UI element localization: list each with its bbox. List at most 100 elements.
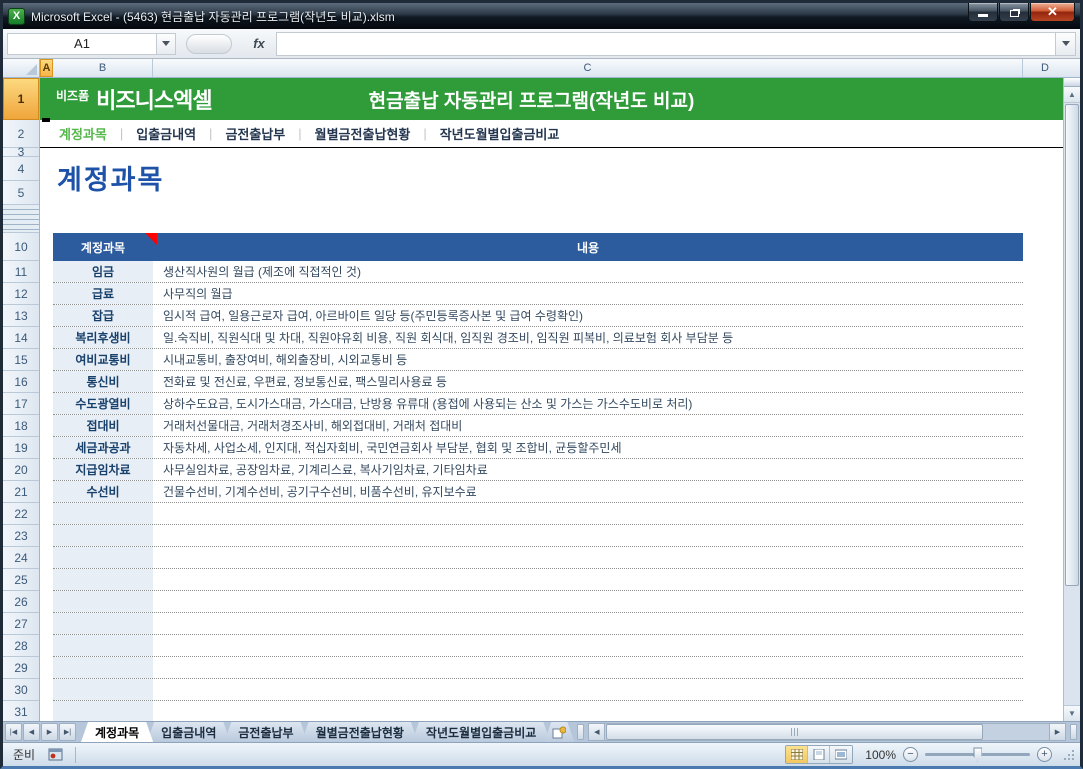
row-header-19[interactable]: 19	[3, 437, 39, 459]
selection-fill-handle[interactable]	[42, 118, 50, 122]
row-header-14[interactable]: 14	[3, 327, 39, 349]
row-header-25[interactable]: 25	[3, 569, 39, 591]
horizontal-scroll-thumb[interactable]	[606, 724, 984, 740]
column-header-b[interactable]: B	[53, 59, 153, 77]
account-cell[interactable]: 임금	[53, 261, 153, 282]
description-cell[interactable]: 거래처선물대금, 거래처경조사비, 해외접대비, 거래처 접대비	[153, 415, 1023, 436]
scroll-right-arrow[interactable]: ▶	[1049, 723, 1066, 741]
header-cell-account[interactable]: 계정과목	[53, 233, 157, 261]
restore-button[interactable]	[999, 3, 1029, 22]
nav-link-3[interactable]: 금전출납부	[212, 124, 298, 143]
last-sheet-button[interactable]: ▶|	[59, 723, 76, 741]
nav-link-1[interactable]: 계정과목	[46, 124, 120, 143]
row-header-16[interactable]: 16	[3, 371, 39, 393]
formula-input[interactable]	[276, 31, 1055, 56]
sheet-tab-3[interactable]: 금전출납부	[224, 722, 307, 742]
description-cell[interactable]	[153, 503, 1023, 524]
account-cell[interactable]: 수선비	[53, 481, 153, 502]
insert-function-button[interactable]: fx	[242, 36, 276, 51]
close-button[interactable]: ✕	[1030, 3, 1075, 22]
scroll-down-arrow[interactable]: ▼	[1064, 705, 1080, 721]
sheet-tab-5[interactable]: 작년도월별입출금비교	[412, 722, 550, 742]
next-sheet-button[interactable]: ▶	[41, 723, 58, 741]
vertical-scroll-thumb[interactable]	[1065, 104, 1079, 586]
collapsed-rows-6-9[interactable]	[3, 205, 39, 233]
sheet-tab-2[interactable]: 입출금내역	[147, 722, 230, 742]
description-cell[interactable]	[153, 701, 1023, 721]
description-cell[interactable]	[153, 547, 1023, 568]
description-cell[interactable]	[153, 657, 1023, 678]
row-header-18[interactable]: 18	[3, 415, 39, 437]
row-header-23[interactable]: 23	[3, 525, 39, 547]
row-header-15[interactable]: 15	[3, 349, 39, 371]
description-cell[interactable]: 사무직의 월급	[153, 283, 1023, 304]
description-cell[interactable]	[153, 635, 1023, 656]
prev-sheet-button[interactable]: ◀	[23, 723, 40, 741]
nav-link-2[interactable]: 입출금내역	[123, 124, 209, 143]
description-cell[interactable]: 건물수선비, 기계수선비, 공기구수선비, 비품수선비, 유지보수료	[153, 481, 1023, 502]
row-header-21[interactable]: 21	[3, 481, 39, 503]
description-cell[interactable]	[153, 613, 1023, 634]
expand-formula-bar-button[interactable]	[1055, 31, 1076, 56]
description-cell[interactable]: 임시적 급여, 일용근로자 급여, 아르바이트 일당 등(주민등록증사본 및 급…	[153, 305, 1023, 326]
account-cell[interactable]	[53, 701, 153, 721]
scroll-up-arrow[interactable]: ▲	[1064, 87, 1080, 103]
name-box-dropdown[interactable]	[157, 32, 176, 55]
account-cell[interactable]: 복리후생비	[53, 327, 153, 348]
account-cell[interactable]	[53, 591, 153, 612]
column-header-c[interactable]: C	[153, 59, 1023, 77]
row-header-17[interactable]: 17	[3, 393, 39, 415]
account-cell[interactable]	[53, 635, 153, 656]
row-header-26[interactable]: 26	[3, 591, 39, 613]
cell-name-box[interactable]: A1	[7, 32, 157, 55]
row-header-24[interactable]: 24	[3, 547, 39, 569]
zoom-in-button[interactable]: +	[1037, 747, 1052, 762]
page-layout-view-button[interactable]	[808, 746, 830, 763]
zoom-level[interactable]: 100%	[860, 748, 896, 762]
sheet-tab-1[interactable]: 계정과목	[81, 722, 153, 742]
row-header-30[interactable]: 30	[3, 679, 39, 701]
row-header-22[interactable]: 22	[3, 503, 39, 525]
column-header-d[interactable]: D	[1023, 59, 1080, 77]
description-cell[interactable]: 사무실임차료, 공장임차료, 기계리스료, 복사기임차료, 기타임차료	[153, 459, 1023, 480]
account-cell[interactable]: 지급임차료	[53, 459, 153, 480]
row-header-28[interactable]: 28	[3, 635, 39, 657]
description-cell[interactable]: 시내교통비, 출장여비, 해외출장비, 시외교통비 등	[153, 349, 1023, 370]
account-cell[interactable]: 통신비	[53, 371, 153, 392]
account-cell[interactable]: 급료	[53, 283, 153, 304]
account-cell[interactable]	[53, 613, 153, 634]
row-header-20[interactable]: 20	[3, 459, 39, 481]
first-sheet-button[interactable]: |◀	[5, 723, 22, 741]
account-cell[interactable]	[53, 657, 153, 678]
account-cell[interactable]: 접대비	[53, 415, 153, 436]
macro-record-button[interactable]	[45, 746, 67, 764]
zoom-slider-thumb[interactable]	[973, 747, 982, 762]
row-header-27[interactable]: 27	[3, 613, 39, 635]
row-header-29[interactable]: 29	[3, 657, 39, 679]
zoom-slider[interactable]	[925, 747, 1030, 762]
nav-link-5[interactable]: 작년도월별입출금비교	[427, 124, 573, 143]
description-cell[interactable]	[153, 591, 1023, 612]
scrollbar-resize-splitter[interactable]	[1070, 724, 1077, 740]
nav-link-4[interactable]: 월별금전출납현황	[302, 124, 424, 143]
account-cell[interactable]: 세금과공과	[53, 437, 153, 458]
minimize-button[interactable]	[968, 3, 998, 22]
scroll-left-arrow[interactable]: ◀	[588, 723, 606, 741]
page-break-view-button[interactable]	[830, 746, 852, 763]
account-cell[interactable]: 잡급	[53, 305, 153, 326]
row-header-4[interactable]: 4	[3, 157, 39, 181]
tab-area-splitter[interactable]	[577, 724, 585, 740]
row-header-13[interactable]: 13	[3, 305, 39, 327]
description-cell[interactable]: 상하수도요금, 도시가스대금, 가스대금, 난방용 유류대 (용접에 사용되는 …	[153, 393, 1023, 414]
row-header-5[interactable]: 5	[3, 181, 39, 205]
column-header-a[interactable]: A	[40, 59, 53, 77]
sheet-content[interactable]: 비즈폼 비즈니스엑셀 현금출납 자동관리 프로그램(작년도 비교) 계정과목 | 입…	[40, 78, 1063, 721]
select-all-corner[interactable]	[3, 59, 40, 77]
account-cell[interactable]	[53, 679, 153, 700]
row-header-3[interactable]: 3	[3, 145, 39, 159]
sheet-tab-4[interactable]: 월별금전출납현황	[302, 722, 418, 742]
normal-view-button[interactable]	[786, 746, 808, 763]
horizontal-scroll-track[interactable]	[605, 723, 1049, 741]
description-cell[interactable]	[153, 679, 1023, 700]
description-cell[interactable]	[153, 525, 1023, 546]
